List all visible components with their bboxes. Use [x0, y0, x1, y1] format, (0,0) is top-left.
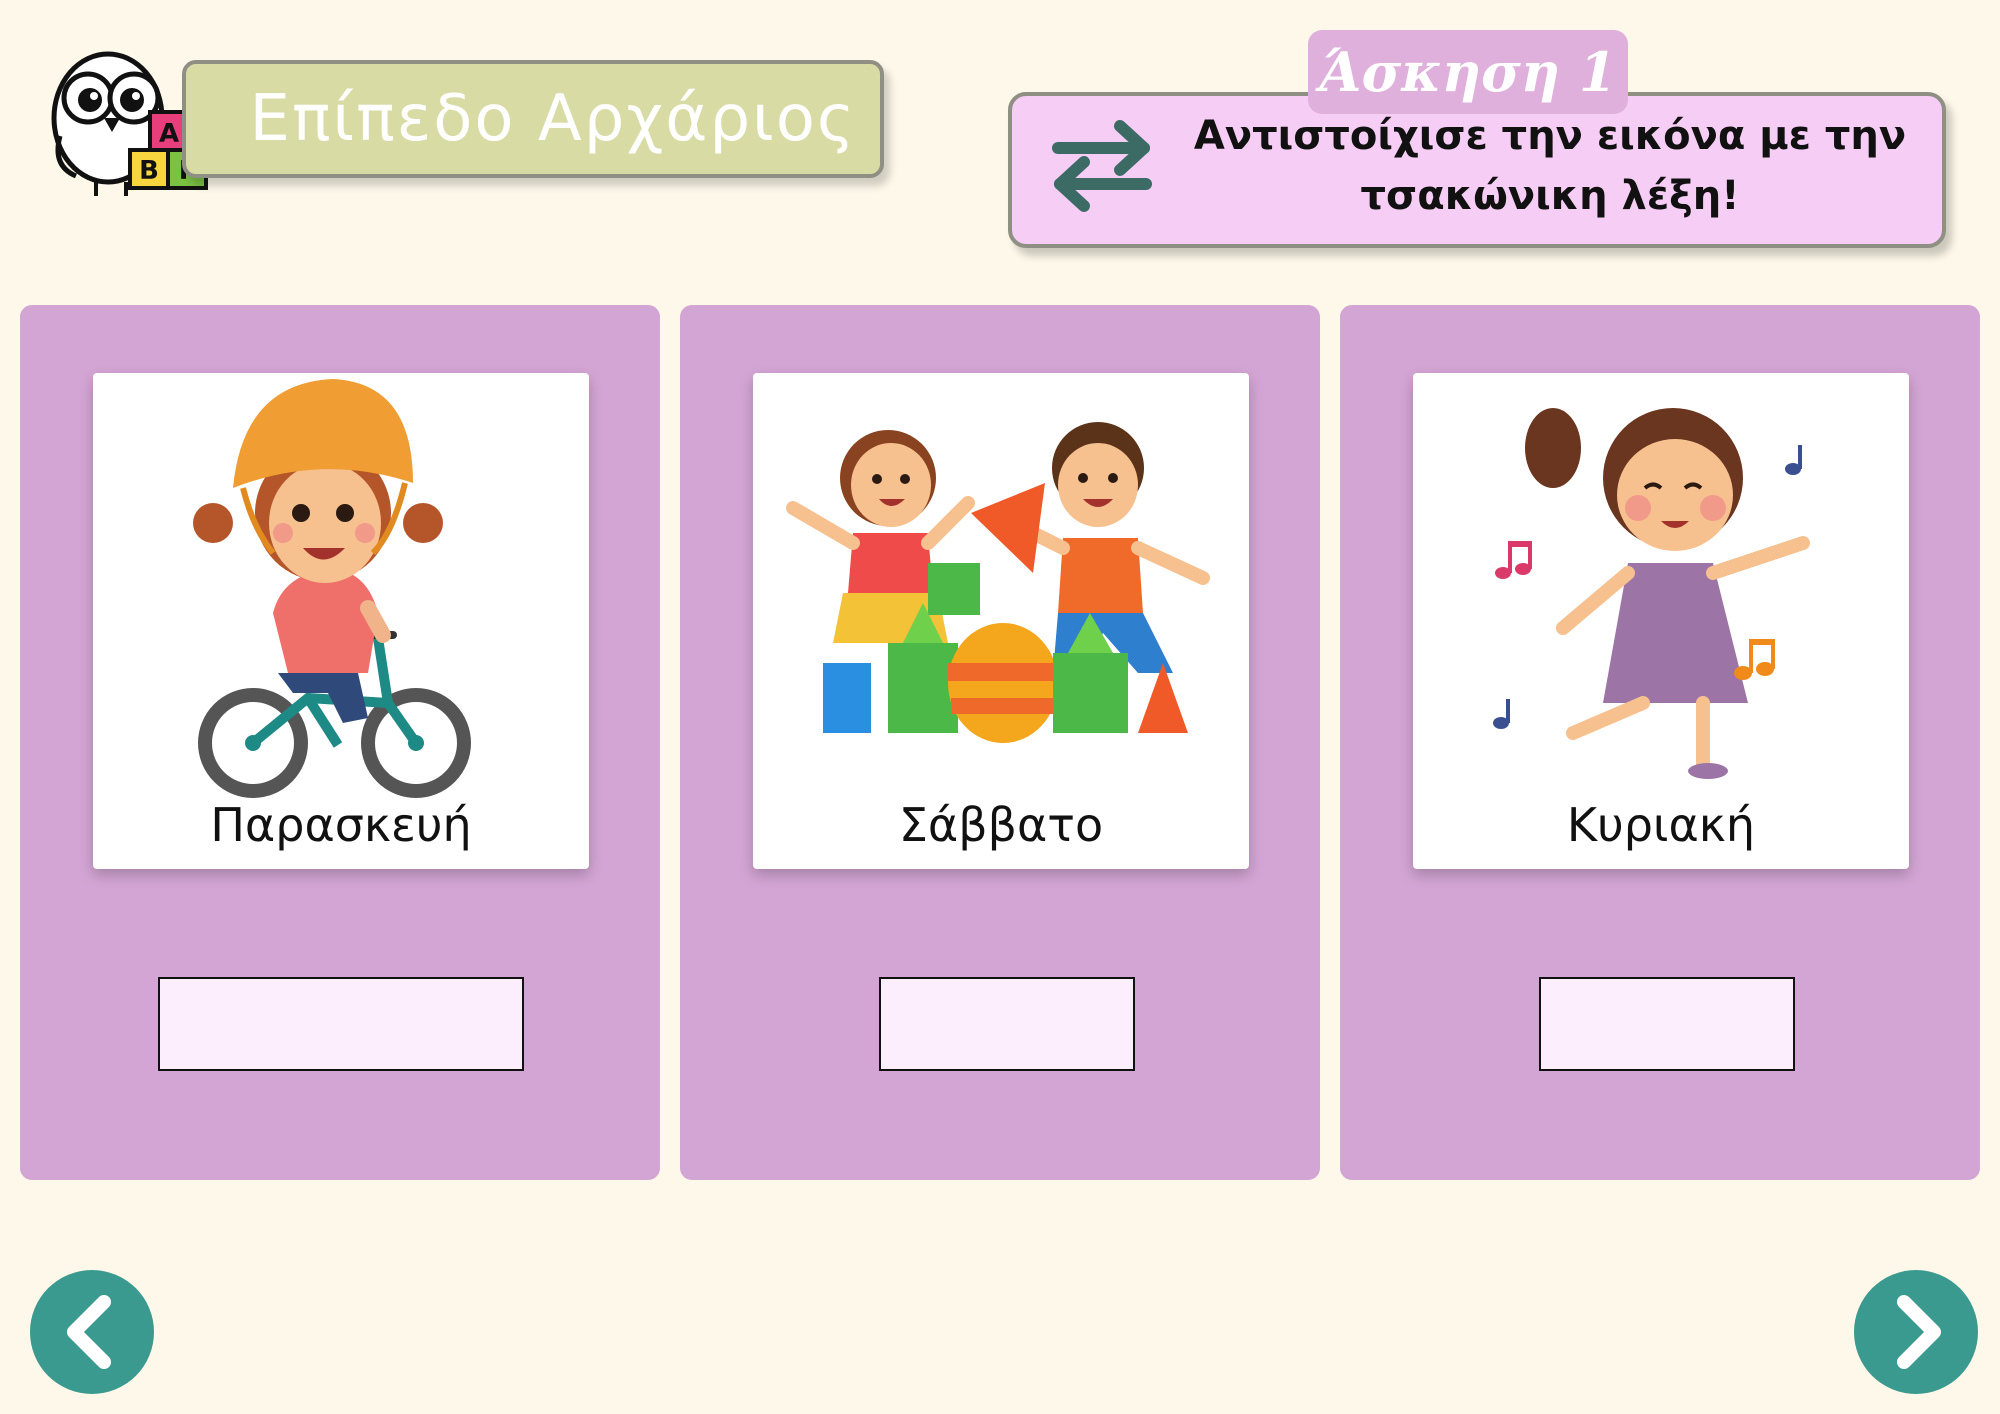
logo-letter-a: Α — [159, 119, 179, 149]
match-card-1: Παρασκευή — [20, 305, 660, 1180]
match-card-2: Σάββατο — [680, 305, 1320, 1180]
girl-on-bicycle-image — [193, 379, 471, 798]
swap-arrows-icon — [1052, 120, 1152, 212]
instruction-text: Αντιστοίχισε την εικόνα με την τσακώνικη… — [1193, 113, 1907, 219]
level-title: Επίπεδο Αρχάριος — [249, 82, 857, 156]
picture-card-3[interactable]: Κυριακή — [1413, 373, 1909, 869]
answer-drop-box-2[interactable] — [879, 977, 1135, 1071]
exercise-tab: Άσκηση 1 — [1308, 30, 1628, 114]
logo-letter-b: Β — [139, 156, 159, 186]
picture-card-2[interactable]: Σάββατο — [753, 373, 1249, 869]
chevron-right-icon — [1897, 1295, 1941, 1369]
next-button[interactable] — [1854, 1270, 1978, 1394]
level-banner: Επίπεδο Αρχάριος — [182, 60, 884, 178]
answer-drop-box-3[interactable] — [1539, 977, 1795, 1071]
kids-playing-with-blocks-image — [786, 422, 1210, 743]
girl-dancing-with-music-image — [1493, 408, 1810, 779]
picture-card-1[interactable]: Παρασκευή — [93, 373, 589, 869]
exercise-title: Άσκηση 1 — [1319, 40, 1617, 104]
previous-button[interactable] — [30, 1270, 154, 1394]
day-word-label: Παρασκευή — [210, 798, 472, 852]
day-word-label: Σάββατο — [898, 798, 1104, 852]
match-card-3: Κυριακή — [1340, 305, 1980, 1180]
chevron-left-icon — [67, 1295, 111, 1369]
answer-drop-box-1[interactable] — [158, 977, 524, 1071]
day-word-label: Κυριακή — [1566, 798, 1756, 852]
